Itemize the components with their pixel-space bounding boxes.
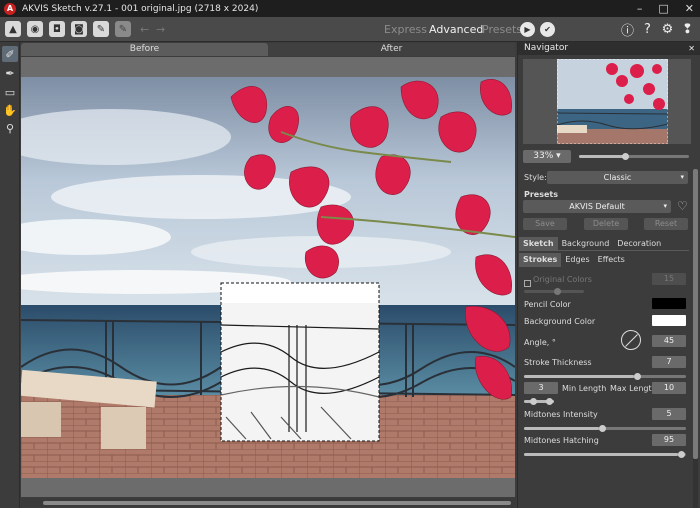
stroke-thickness-handle[interactable] <box>634 373 641 380</box>
tab-sketch[interactable]: Sketch <box>519 237 558 250</box>
horizontal-scrollbar[interactable] <box>21 499 515 507</box>
navigator-title: Navigator <box>524 43 569 53</box>
max-length-handle[interactable] <box>546 398 553 405</box>
pencil-color-label: Pencil Color <box>524 300 571 309</box>
close-navigator-icon[interactable]: ✕ <box>688 42 695 55</box>
close-button[interactable]: ✕ <box>685 2 694 15</box>
navigator-header: Navigator ✕ <box>518 42 700 55</box>
panel-scrollbar[interactable] <box>693 169 698 508</box>
min-length-handle[interactable] <box>530 398 537 405</box>
midtones-intensity-slider[interactable] <box>524 425 686 432</box>
sketch-brush-icon[interactable]: ✐ <box>2 46 18 62</box>
save-image-icon[interactable]: ◘ <box>49 21 65 37</box>
midtones-hatching-label: Midtones Hatching <box>524 436 599 445</box>
max-length-label: Max Length <box>610 384 657 393</box>
zoom-slider[interactable] <box>579 153 689 160</box>
undo-icon[interactable]: ← <box>140 23 149 36</box>
plugin-icon[interactable]: ✎ <box>115 21 131 37</box>
help-icon[interactable]: ? <box>640 22 655 37</box>
mode-presets[interactable]: Presets <box>482 23 522 36</box>
original-colors-slider[interactable] <box>524 288 584 295</box>
pencil-color-swatch[interactable] <box>652 298 686 309</box>
maximize-button[interactable]: □ <box>658 2 668 15</box>
main-toolbar: ▲ ◉ ◘ ◙ ✎ ✎ ← → Express Advanced Presets… <box>0 17 700 42</box>
min-length-label: Min Length <box>562 384 607 393</box>
tab-before[interactable]: Before <box>21 43 268 56</box>
before-after-tabs: Before After <box>21 43 515 56</box>
length-range-slider[interactable] <box>524 398 554 405</box>
delete-preset-button[interactable]: Delete <box>584 218 628 230</box>
angle-value[interactable]: 45 <box>652 335 686 347</box>
stroke-thickness-label: Stroke Thickness <box>524 358 592 367</box>
midtones-hatching-handle[interactable] <box>678 451 685 458</box>
midtones-intensity-label: Midtones Intensity <box>524 410 598 419</box>
mode-express[interactable]: Express <box>384 23 427 36</box>
apply-check-icon[interactable]: ✔ <box>540 22 555 37</box>
tab-after[interactable]: After <box>268 43 515 56</box>
min-length-value[interactable]: 3 <box>524 382 558 394</box>
tab-background[interactable]: Background <box>558 237 614 250</box>
app-logo-icon: A <box>4 2 16 15</box>
save-preset-button[interactable]: Save <box>523 218 567 230</box>
chevron-down-icon: ▾ <box>680 173 684 181</box>
presets-dropdown[interactable]: AKVIS Default ▾ <box>523 200 671 213</box>
settings-gear-icon[interactable]: ⚙ <box>660 22 675 37</box>
angle-label: Angle, ° <box>524 338 556 347</box>
original-colors-checkbox[interactable] <box>524 280 531 287</box>
midtones-intensity-value[interactable]: 5 <box>652 408 686 420</box>
tab-strokes[interactable]: Strokes <box>519 253 562 267</box>
zoom-slider-handle[interactable] <box>622 153 630 160</box>
info-icon[interactable]: ⓘ <box>620 22 635 39</box>
navigator-preview[interactable] <box>523 59 691 144</box>
background-color-swatch[interactable] <box>652 315 686 326</box>
tab-effects[interactable]: Effects <box>594 253 629 267</box>
zoom-dropdown[interactable]: 33% ▾ <box>523 150 571 163</box>
hand-tool-icon[interactable]: ✋ <box>2 102 18 118</box>
reset-preset-button[interactable]: Reset <box>644 218 688 230</box>
window-title: AKVIS Sketch v.27.1 - 001 original.jpg (… <box>22 3 259 14</box>
original-colors-value[interactable]: 15 <box>652 273 686 285</box>
sketch-subtabs: Strokes Edges Effects <box>519 253 689 267</box>
history-brush-icon[interactable]: ✒ <box>2 65 18 81</box>
run-play-icon[interactable]: ▶ <box>520 22 535 37</box>
style-label: Style: <box>524 173 547 182</box>
left-toolbar: ✐ ✒ ▭ ✋ ⚲ <box>0 42 20 508</box>
favorite-heart-icon[interactable]: ♡ <box>677 199 688 213</box>
tab-decoration[interactable]: Decoration <box>613 237 665 250</box>
stroke-thickness-value[interactable]: 7 <box>652 356 686 368</box>
redo-icon[interactable]: → <box>156 23 165 36</box>
stroke-thickness-slider[interactable] <box>524 373 686 380</box>
minimize-button[interactable]: – <box>637 2 643 15</box>
tab-edges[interactable]: Edges <box>561 253 593 267</box>
settings-tabs: Sketch Background Decoration <box>519 237 689 251</box>
style-dropdown[interactable]: Classic ▾ <box>547 171 688 184</box>
share-icon[interactable]: ✎ <box>93 21 109 37</box>
max-length-value[interactable]: 10 <box>652 382 686 394</box>
original-colors-handle[interactable] <box>554 288 561 295</box>
zoom-row: 33% ▾ <box>523 150 691 164</box>
zoom-tool-icon[interactable]: ⚲ <box>2 120 18 136</box>
open-image-icon[interactable]: ▲ <box>5 21 21 37</box>
mode-advanced[interactable]: Advanced <box>429 23 483 36</box>
navigator-thumbnail <box>557 59 668 144</box>
presets-label: Presets <box>524 190 559 199</box>
batch-process-icon[interactable]: ◉ <box>27 21 43 37</box>
notification-icon[interactable]: ❢ <box>680 22 695 37</box>
midtones-intensity-handle[interactable] <box>599 425 606 432</box>
background-color-label: Background Color <box>524 317 596 326</box>
angle-dial-icon[interactable] <box>621 330 641 350</box>
photo-image <box>21 77 515 478</box>
title-bar: A AKVIS Sketch v.27.1 - 001 original.jpg… <box>0 0 700 17</box>
midtones-hatching-slider[interactable] <box>524 451 686 458</box>
eraser-icon[interactable]: ▭ <box>2 84 18 100</box>
print-icon[interactable]: ◙ <box>71 21 87 37</box>
original-colors-label: Original Colors <box>533 275 592 284</box>
chevron-down-icon: ▾ <box>663 202 667 210</box>
settings-panel: Navigator ✕ 33% ▾ Style: Classic ▾ Prese… <box>517 42 700 508</box>
midtones-hatching-value[interactable]: 95 <box>652 434 686 446</box>
image-canvas[interactable] <box>21 77 515 478</box>
